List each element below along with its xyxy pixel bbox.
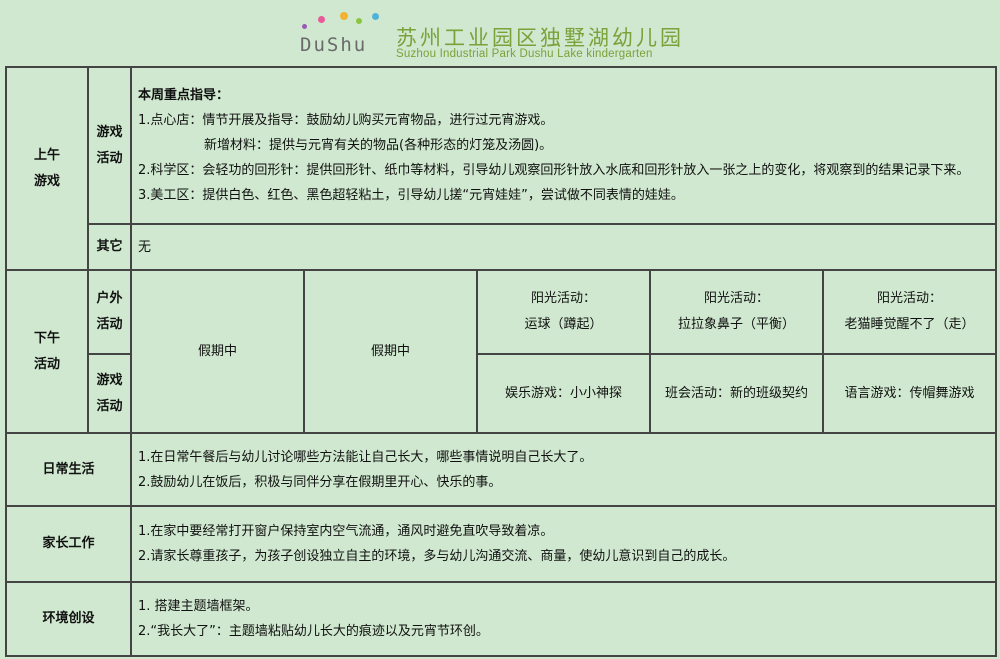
other-value: 无	[129, 223, 998, 271]
environment-row: 环境创设 1. 搭建主题墙框架。 2.“我长大了”：主题墙粘贴幼儿长大的痕迹以及…	[5, 581, 998, 657]
afternoon-label: 下午 活动	[5, 269, 89, 434]
list-item: 1. 搭建主题墙框架。	[138, 599, 259, 614]
environment-label: 环境创设	[5, 581, 132, 657]
game-activity-cell: 娱乐游戏：小小神探	[476, 353, 651, 434]
school-name-en: Suzhou Industrial Park Dushu Lake kinder…	[396, 48, 653, 60]
parent-work-row: 家长工作 1.在家中要经常打开窗户保持室内空气流通，通风时避免直吹导致着凉。 2…	[5, 505, 998, 583]
outdoor-activity-cell: 阳光活动： 运球（蹲起）	[476, 269, 651, 355]
holiday-cell: 假期中	[130, 269, 305, 434]
list-item: 2.“我长大了”：主题墙粘贴幼儿长大的痕迹以及元宵节环创。	[138, 624, 489, 639]
school-logo: DuShu	[300, 34, 368, 56]
list-item: 2.科学区：会轻功的回形针：提供回形针、纸巾等材料，引导幼儿观察回形针放入水底和…	[138, 163, 970, 178]
list-item: 新增材料：提供与元宵有关的物品(各种形态的灯笼及汤圆)。	[204, 138, 553, 153]
list-item: 1.在日常午餐后与幼儿讨论哪些方法能让自己长大，哪些事情说明自己长大了。	[138, 449, 593, 465]
holiday-cell: 假期中	[303, 269, 478, 434]
morning-label: 上午 游戏	[5, 66, 89, 271]
daily-life-label: 日常生活	[5, 432, 132, 507]
morning-other-row: 其它 无	[6, 223, 998, 271]
game-activity-cell: 班会活动：新的班级契约	[649, 353, 824, 434]
weekly-plan-table: 上午 游戏 游戏 活动 本周重点指导： 1.点心店：情节开展及指导：鼓励幼儿购买…	[5, 66, 998, 657]
daily-life-content: 1.在日常午餐后与幼儿讨论哪些方法能让自己长大，哪些事情说明自己长大了。 2.鼓…	[129, 432, 998, 507]
list-item: 2.请家长尊重孩子，为孩子创设独立自主的环境，多与幼儿沟通交流、商量，使幼儿意识…	[138, 549, 736, 564]
daily-life-row: 日常生活 1.在日常午餐后与幼儿讨论哪些方法能让自己长大，哪些事情说明自己长大了…	[5, 432, 998, 507]
morning-game-label: 游戏 活动	[87, 66, 132, 225]
list-item: 1.点心店：情节开展及指导：鼓励幼儿购买元宵物品，进行过元宵游戏。	[138, 113, 554, 128]
parent-work-label: 家长工作	[5, 505, 132, 583]
outdoor-activity-cell: 阳光活动： 拉拉象鼻子（平衡）	[649, 269, 824, 355]
afternoon-game-label: 游戏 活动	[87, 353, 132, 434]
parent-work-content: 1.在家中要经常打开窗户保持室内空气流通，通风时避免直吹导致着凉。 2.请家长尊…	[129, 505, 998, 583]
list-item: 3.美工区：提供白色、红色、黑色超轻粘土，引导幼儿搓“元宵娃娃”，尝试做不同表情…	[138, 188, 684, 203]
morning-game-content: 本周重点指导： 1.点心店：情节开展及指导：鼓励幼儿购买元宵物品，进行过元宵游戏…	[129, 66, 998, 225]
outdoor-label: 户外 活动	[87, 269, 132, 355]
outdoor-activity-cell: 阳光活动： 老猫睡觉醒不了（走）	[821, 269, 998, 355]
list-item: 1.在家中要经常打开窗户保持室内空气流通，通风时避免直吹导致着凉。	[138, 524, 554, 539]
focus-title: 本周重点指导：	[138, 88, 230, 103]
other-label: 其它	[87, 223, 132, 271]
page-header: DuShu 苏州工业园区独墅湖幼儿园 Suzhou Industrial Par…	[0, 0, 1000, 64]
list-item: 2.鼓励幼儿在饭后，积极与同伴分享在假期里开心、快乐的事。	[138, 474, 502, 490]
environment-content: 1. 搭建主题墙框架。 2.“我长大了”：主题墙粘贴幼儿长大的痕迹以及元宵节环创…	[129, 581, 998, 657]
morning-game-row: 上午 游戏 游戏 活动 本周重点指导： 1.点心店：情节开展及指导：鼓励幼儿购买…	[5, 66, 998, 271]
afternoon-outdoor-row: 下午 活动 户外 活动 假期中 假期中 阳光活动： 运球（蹲起） 阳光活动： 拉…	[5, 269, 998, 434]
game-activity-cell: 语言游戏：传帽舞游戏	[821, 353, 998, 434]
